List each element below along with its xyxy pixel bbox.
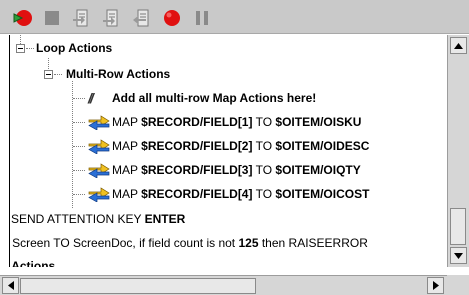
pause-icon[interactable] [192,8,212,28]
comment-label: Add all multi-row Map Actions here! [112,91,317,105]
arrow-left-icon [7,281,14,290]
tree-connector [73,98,85,99]
map-to: TO [255,163,273,177]
map-prefix: MAP [112,139,138,153]
tree-node-map-action[interactable]: MAP $RECORD/FIELD[3] TO $OITEM/OIQTY [112,159,361,181]
stop-icon[interactable] [42,8,62,28]
tree-connector [73,146,85,147]
step-into-icon[interactable] [102,8,122,28]
tree-node-map-action[interactable]: MAP $RECORD/FIELD[4] TO $OITEM/OICOST [112,183,369,205]
tree-node-loop-actions[interactable]: Loop Actions [36,37,112,59]
tree-node-send-attention-key[interactable]: SEND ATTENTION KEY ENTER [11,208,185,230]
tree-node-map-action[interactable]: MAP $RECORD/FIELD[2] TO $OITEM/OIDESC [112,135,369,157]
map-action-icon [88,115,110,130]
map-target: $OITEM/OIDESC [275,139,370,153]
map-action-icon [88,139,110,154]
screen-line-suffix: then RAISEERROR [261,236,368,250]
send-key-value: ENTER [144,212,186,226]
horizontal-scroll-thumb[interactable] [20,278,256,294]
map-prefix: MAP [112,163,138,177]
horizontal-scrollbar[interactable] [0,275,447,295]
map-prefix: MAP [112,115,138,129]
record-icon[interactable] [162,8,182,28]
map-source: $RECORD/FIELD[4] [141,187,253,201]
arrow-down-icon [454,252,463,259]
vertical-scrollbar[interactable] [447,35,469,267]
tree-left-border [0,35,10,267]
actions-partial-label: n Actions [11,259,56,267]
tree-node-map-action[interactable]: MAP $RECORD/FIELD[1] TO $OITEM/OISKU [112,111,361,133]
map-source: $RECORD/FIELD[3] [141,163,253,177]
tree-connector [26,48,34,49]
scroll-left-button[interactable] [2,277,19,294]
step-over-icon[interactable] [72,8,92,28]
comment-icon: // [88,90,94,106]
tree-connector [73,194,85,195]
run-record-icon[interactable] [12,8,32,28]
tree-node-comment[interactable]: Add all multi-row Map Actions here! [112,87,316,109]
step-out-icon[interactable] [132,8,152,28]
tree-bottom-gap [0,267,447,275]
arrow-right-icon [432,281,439,290]
tree-connector [54,74,62,75]
map-to: TO [255,139,273,153]
multi-row-actions-label: Multi-Row Actions [66,67,171,81]
collapse-toggle-loop-actions[interactable] [16,44,25,53]
map-to: TO [255,187,273,201]
scroll-up-button[interactable] [450,37,467,54]
tree-connector [73,122,85,123]
screen-line-count: 125 [238,236,259,250]
arrow-up-icon [454,42,463,49]
tree-node-multi-row-actions[interactable]: Multi-Row Actions [66,63,170,85]
map-target: $OITEM/OIQTY [275,163,361,177]
send-key-prefix: SEND ATTENTION KEY [11,212,142,226]
tree-connector [20,35,21,44]
map-source: $RECORD/FIELD[2] [141,139,253,153]
screen-line-prefix: P Screen TO ScreenDoc, if field count is… [11,236,236,250]
scrollbar-corner [447,275,469,295]
scroll-down-button[interactable] [450,247,467,264]
map-to: TO [255,115,273,129]
actions-tree: Loop Actions Multi-Row Actions // Add al… [11,35,447,267]
vertical-scroll-thumb[interactable] [450,208,466,245]
collapse-toggle-multi-row-actions[interactable] [44,70,53,79]
scroll-right-button[interactable] [427,277,444,294]
map-action-icon [88,187,110,202]
tree-connector [72,81,73,208]
tree-node-actions-partial[interactable]: n Actions [11,255,55,267]
map-prefix: MAP [112,187,138,201]
map-target: $OITEM/OICOST [275,187,370,201]
map-target: $OITEM/OISKU [275,115,362,129]
tree-connector [73,170,85,171]
debug-toolbar [0,0,469,34]
loop-actions-label: Loop Actions [36,41,113,55]
tree-node-screen-check[interactable]: P Screen TO ScreenDoc, if field count is… [11,232,368,254]
map-source: $RECORD/FIELD[1] [141,115,253,129]
map-action-icon [88,163,110,178]
tree-connector [48,58,49,69]
